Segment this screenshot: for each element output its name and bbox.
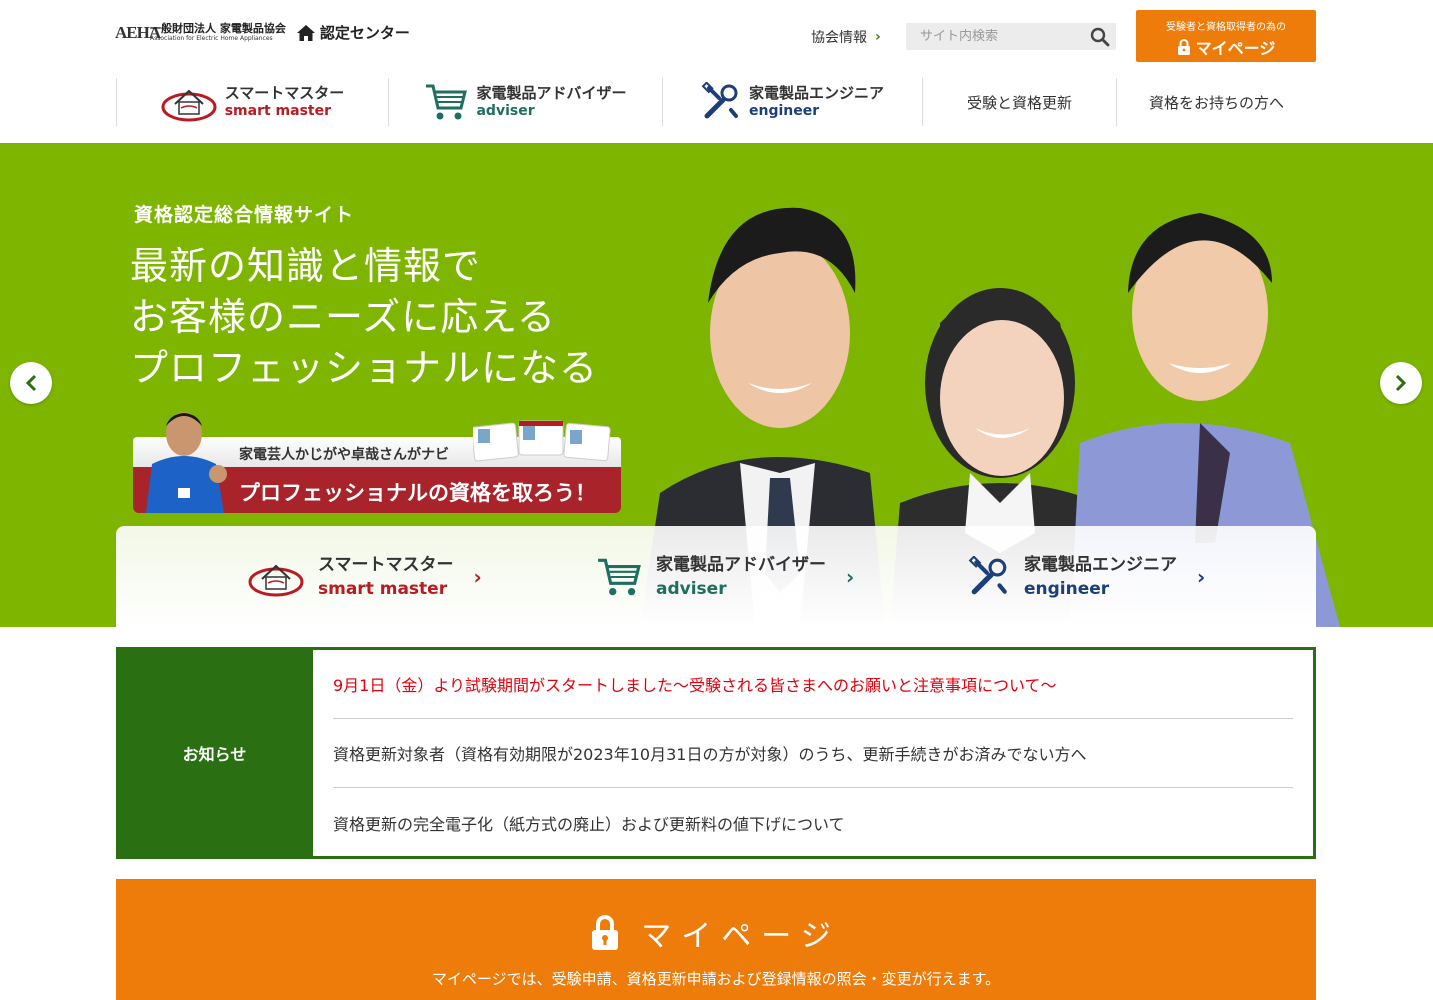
center-label: 認定センター — [296, 22, 410, 43]
lock-icon — [1177, 38, 1190, 55]
mypage-button-sublabel: 受験者と資格取得者の為の — [1166, 22, 1286, 33]
nav-adviser[interactable]: 家電製品アドバイザー adviser — [388, 78, 662, 126]
slider-prev-button[interactable] — [10, 362, 52, 404]
chevron-right-icon: › — [846, 564, 855, 589]
quick-link-engineer[interactable]: 家電製品エンジニア engineer › — [968, 526, 1205, 627]
news-item[interactable]: 資格更新対象者（資格有効期限が2023年10月31日の方が対象）のうち、更新手続… — [333, 719, 1293, 788]
quick-link-adviser[interactable]: 家電製品アドバイザー adviser › — [596, 526, 854, 627]
hero-slider: 資格認定総合情報サイト 最新の知識と情報で お客様のニーズに応える プロフェッシ… — [0, 143, 1433, 627]
navi-banner[interactable]: 家電芸人かじがや卓哉さんがナビ プロフェッショナルの資格を取ろう！ — [133, 412, 621, 513]
center-label-text: 認定センター — [319, 24, 410, 42]
logo-org-name: 一般財団法人 家電製品協会 — [150, 22, 286, 35]
hero-headline: 最新の知識と情報で お客様のニーズに応える プロフェッショナルになる — [130, 241, 598, 394]
news-item[interactable]: 資格更新の完全電子化（紙方式の廃止）および更新料の値下げについて — [333, 788, 1293, 857]
global-nav: スマートマスター smart master 家電製品アドバイザー adviser… — [116, 78, 1316, 126]
shopping-cart-icon — [426, 84, 468, 120]
news-section: お知らせ 9月1日（金）より試験期間がスタートしました〜受験される皆さまへのお願… — [116, 647, 1316, 859]
nav-adviser-en: adviser — [476, 103, 535, 119]
news-list: 9月1日（金）より試験期間がスタートしました〜受験される皆さまへのお願いと注意事… — [313, 650, 1313, 856]
quick-link-smart-master[interactable]: スマートマスター smart master › — [248, 526, 482, 627]
search-input[interactable] — [906, 29, 1081, 44]
logo-text: 一般財団法人 家電製品協会 Association for Electric H… — [150, 22, 286, 43]
nav-smart-master-jp: スマートマスター — [224, 84, 345, 102]
license-cards-image — [473, 420, 611, 462]
quick-engineer-en: engineer — [1024, 578, 1110, 599]
hero-kicker: 資格認定総合情報サイト — [134, 204, 355, 226]
logo-org-name-en: Association for Electric Home Appliances — [150, 35, 273, 42]
chevron-right-icon: › — [875, 29, 881, 45]
smart-master-logo-icon — [248, 564, 304, 596]
quick-adviser-jp: 家電製品アドバイザー — [656, 554, 826, 575]
chevron-left-icon — [25, 374, 37, 392]
mypage-panel-title: マイページ — [116, 911, 1316, 955]
quick-smart-master-en: smart master — [318, 578, 448, 599]
tools-icon — [701, 82, 738, 119]
association-info-link[interactable]: 協会情報 › — [811, 27, 881, 47]
nav-smart-master-en: smart master — [224, 103, 332, 119]
site-logo[interactable]: AEHA 一般財団法人 家電製品協会 Association for Elect… — [115, 22, 410, 43]
shopping-cart-icon — [598, 558, 641, 595]
chevron-right-icon — [1395, 374, 1407, 392]
mypage-header-button[interactable]: 受験者と資格取得者の為の マイページ — [1136, 10, 1316, 62]
mypage-button-label: マイページ — [1195, 39, 1276, 58]
aeha-logo-mark: AEHA — [115, 22, 161, 42]
nav-engineer-en: engineer — [748, 103, 820, 119]
nav-engineer[interactable]: 家電製品エンジニア engineer — [662, 78, 922, 126]
mypage-button-main: マイページ — [1136, 35, 1316, 59]
lock-icon — [592, 915, 619, 950]
nav-for-holders[interactable]: 資格をお持ちの方へ — [1116, 78, 1316, 126]
quick-engineer-jp: 家電製品エンジニア — [1024, 554, 1177, 575]
nav-exam-renewal-label: 受験と資格更新 — [966, 93, 1072, 112]
mypage-panel-title-text: マイページ — [641, 919, 841, 954]
quick-adviser-en: adviser — [656, 578, 727, 599]
mypage-panel-description: マイページでは、受験申請、資格更新申請および登録情報の照会・変更が行えます。 — [431, 970, 1001, 988]
smart-master-logo-icon — [161, 89, 217, 122]
news-heading: お知らせ — [116, 647, 313, 859]
navi-person-image — [146, 412, 227, 513]
navi-banner-subtitle: 家電芸人かじがや卓哉さんがナビ — [239, 447, 449, 463]
association-info-label: 協会情報 — [811, 30, 867, 46]
nav-for-holders-label: 資格をお持ちの方へ — [1148, 93, 1284, 112]
slider-next-button[interactable] — [1380, 362, 1422, 404]
mypage-panel[interactable]: マイページ マイページでは、受験申請、資格更新申請および登録情報の照会・変更が行… — [116, 879, 1316, 1000]
qualification-quick-links: スマートマスター smart master › 家電製品アドバイザー advis… — [116, 526, 1316, 627]
site-search — [906, 23, 1116, 50]
news-item[interactable]: 9月1日（金）より試験期間がスタートしました〜受験される皆さまへのお願いと注意事… — [333, 650, 1293, 719]
nav-adviser-jp: 家電製品アドバイザー — [476, 84, 627, 102]
quick-smart-master-jp: スマートマスター — [318, 554, 454, 575]
site-header: AEHA 一般財団法人 家電製品協会 Association for Elect… — [0, 0, 1433, 143]
hero-headline-line: お客様のニーズに応える — [130, 295, 556, 339]
tools-icon — [968, 555, 1007, 594]
nav-smart-master[interactable]: スマートマスター smart master — [116, 78, 388, 126]
home-icon — [296, 24, 315, 41]
nav-exam-renewal[interactable]: 受験と資格更新 — [922, 78, 1116, 126]
search-icon[interactable] — [1090, 27, 1110, 47]
hero-headline-line: 最新の知識と情報で — [130, 244, 482, 288]
nav-engineer-jp: 家電製品エンジニア — [748, 84, 884, 102]
chevron-right-icon: › — [1197, 564, 1206, 589]
chevron-right-icon: › — [473, 564, 482, 589]
navi-banner-title: プロフェッショナルの資格を取ろう！ — [239, 481, 596, 505]
hero-headline-line: プロフェッショナルになる — [130, 346, 599, 390]
